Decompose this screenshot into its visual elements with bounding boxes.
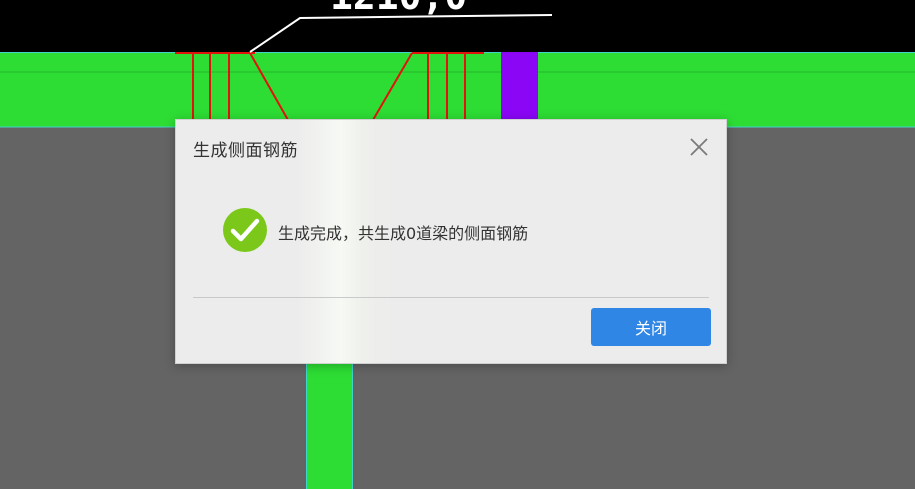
purple-column	[501, 52, 538, 127]
cad-canvas[interactable]: 1210,0 生成侧面钢筋 生成完成，共生成0道梁的侧面钢筋 关闭	[0, 0, 915, 489]
close-icon[interactable]	[688, 136, 710, 158]
success-check-icon	[223, 208, 267, 252]
result-message: 生成完成，共生成0道梁的侧面钢筋	[278, 224, 529, 243]
dialog-divider	[193, 297, 709, 298]
vertical-beam	[306, 360, 352, 489]
generate-side-rebar-dialog: 生成侧面钢筋 生成完成，共生成0道梁的侧面钢筋 关闭	[175, 119, 727, 364]
horizontal-beam	[0, 52, 915, 127]
close-button[interactable]: 关闭	[591, 308, 711, 346]
dimension-label: 1210,0	[330, 0, 467, 18]
dialog-title: 生成侧面钢筋	[193, 141, 298, 161]
